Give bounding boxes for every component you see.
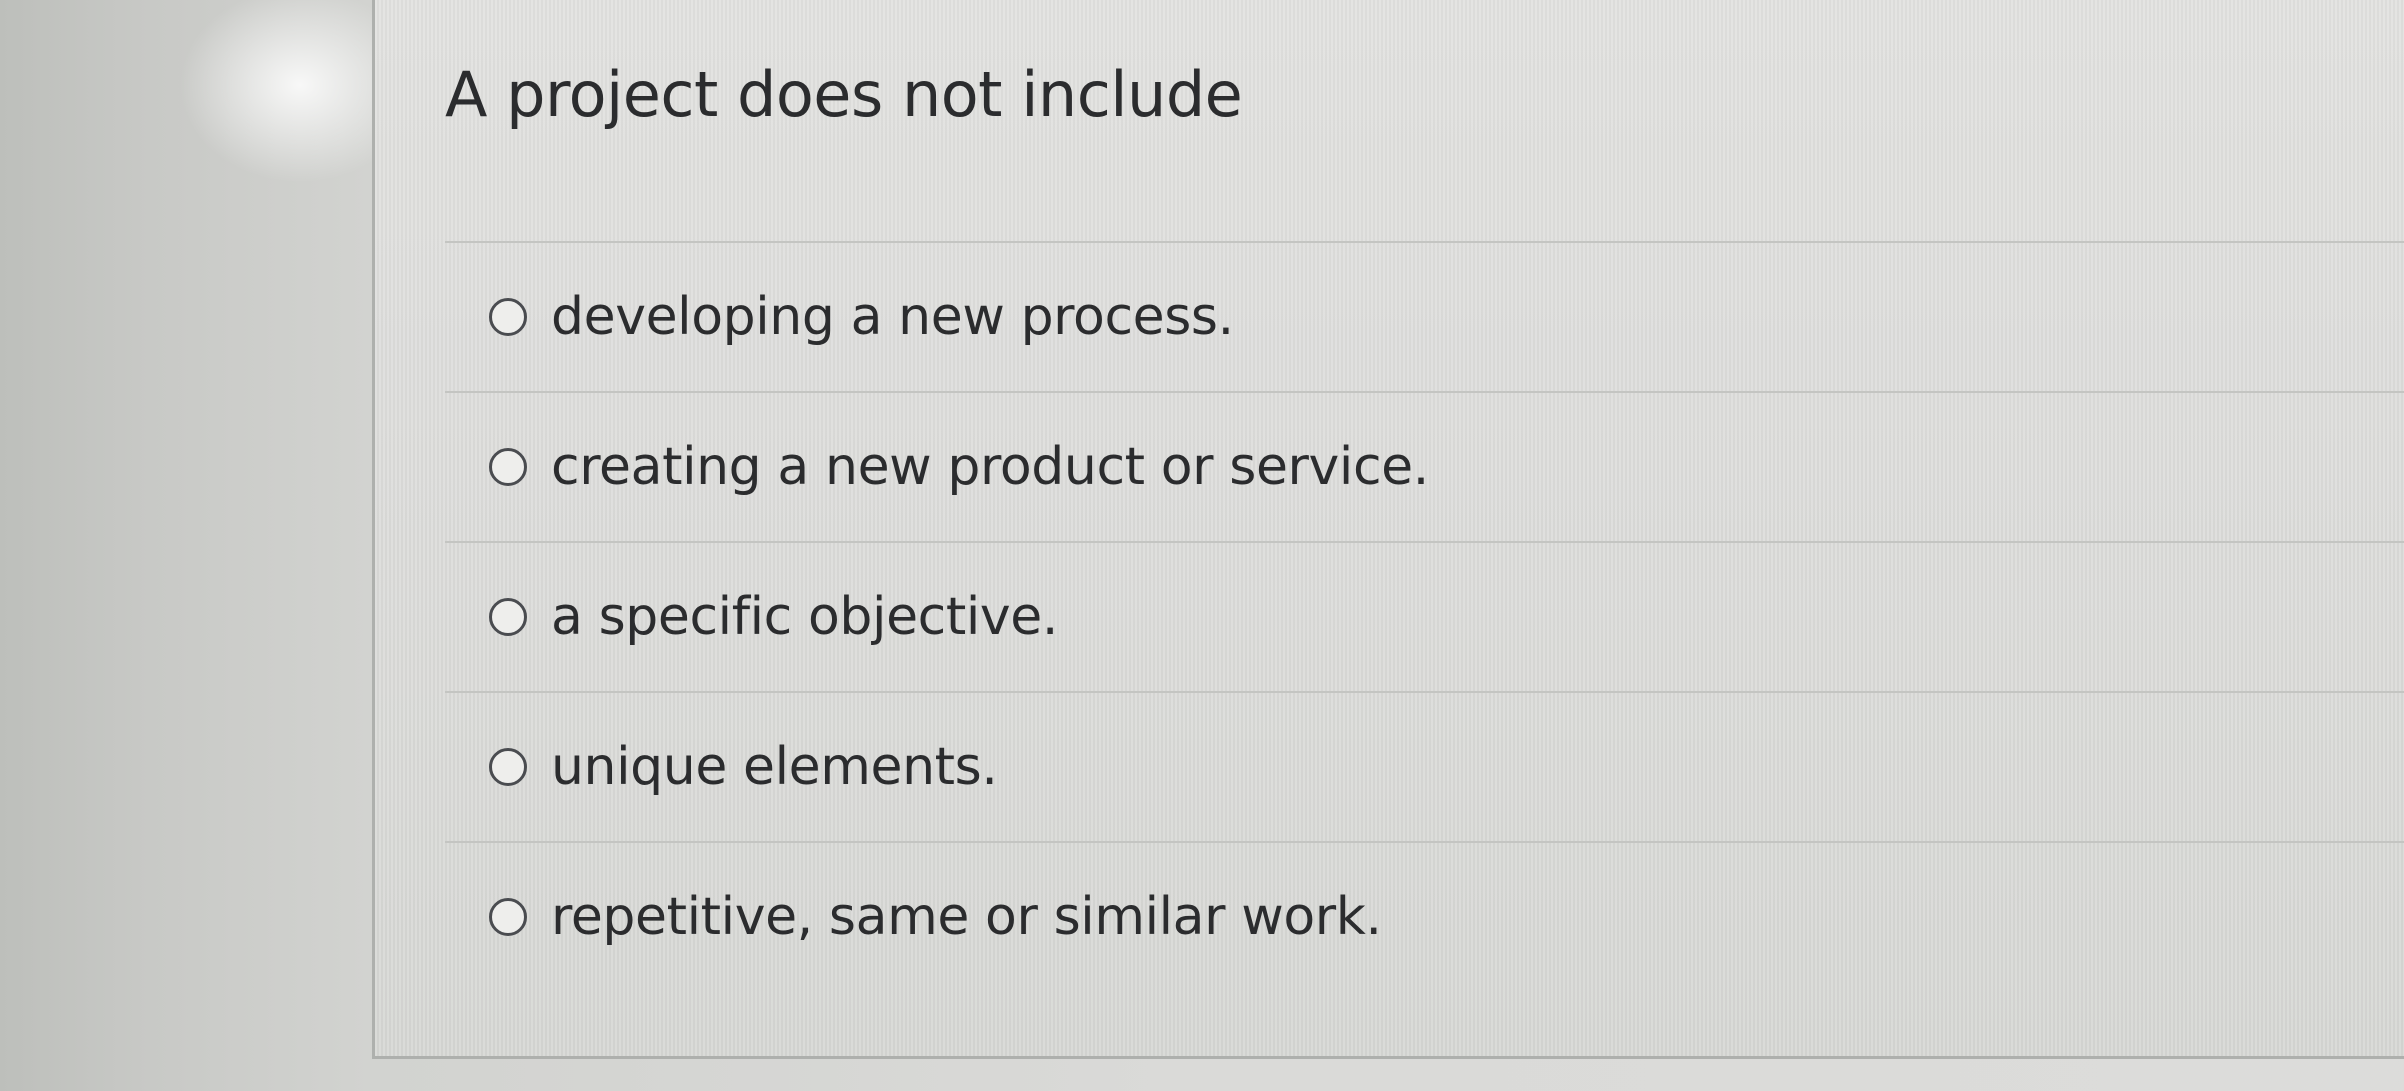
- radio-button-icon[interactable]: [489, 448, 527, 486]
- radio-button-icon[interactable]: [489, 748, 527, 786]
- question-card: A project does not include developing a …: [372, 0, 2404, 1059]
- answer-label: repetitive, same or similar work.: [551, 887, 1382, 947]
- answer-option-4[interactable]: unique elements.: [445, 693, 2404, 841]
- answer-option-3[interactable]: a specific objective.: [445, 543, 2404, 691]
- radio-button-icon[interactable]: [489, 898, 527, 936]
- answer-label: developing a new process.: [551, 287, 1234, 347]
- answer-list: developing a new process. creating a new…: [445, 241, 2404, 991]
- screen: A project does not include developing a …: [0, 0, 2404, 1091]
- answer-label: a specific objective.: [551, 587, 1058, 647]
- answer-label: unique elements.: [551, 737, 998, 797]
- radio-button-icon[interactable]: [489, 598, 527, 636]
- answer-option-5[interactable]: repetitive, same or similar work.: [445, 843, 2404, 991]
- answer-option-2[interactable]: creating a new product or service.: [445, 393, 2404, 541]
- radio-button-icon[interactable]: [489, 298, 527, 336]
- question-text: A project does not include: [445, 58, 1243, 131]
- answer-option-1[interactable]: developing a new process.: [445, 243, 2404, 391]
- answer-label: creating a new product or service.: [551, 437, 1429, 497]
